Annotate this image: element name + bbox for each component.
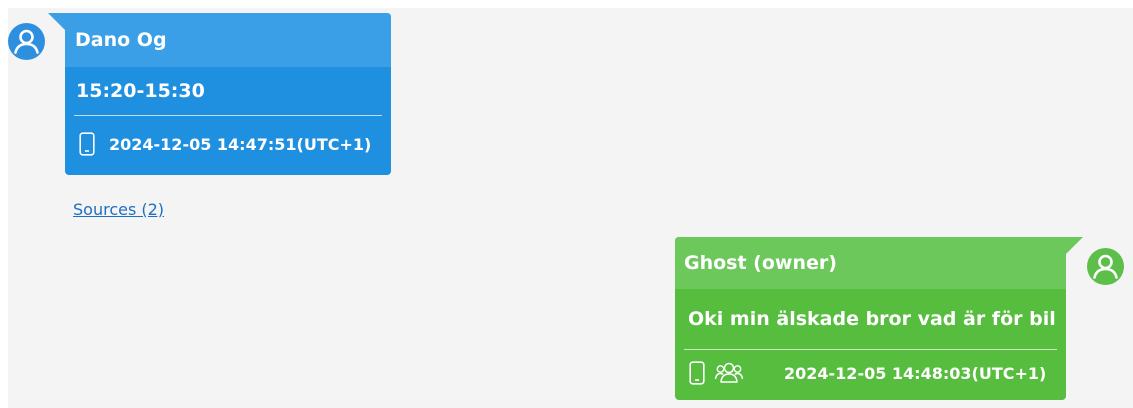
sender-avatar-icon [8,23,45,60]
message-sender: Dano Og [65,13,391,67]
message-footer: 2024-12-05 14:48:03(UTC+1) [675,350,1066,396]
sources-link[interactable]: Sources (2) [73,200,164,219]
phone-icon [689,361,705,385]
owner-avatar-icon [1087,248,1124,285]
message-footer: 2024-12-05 14:47:51(UTC+1) [65,116,391,172]
message-timestamp: 2024-12-05 14:48:03(UTC+1) [784,363,1047,383]
bubble-tail [48,13,65,30]
phone-icon [79,132,95,156]
message-text: Oki min älskade bror vad är för bil [688,308,1056,330]
message-bubble-incoming[interactable]: Dano Og 15:20-15:30 2024-12-05 14:47:51(… [48,13,391,175]
message-bubble-outgoing[interactable]: Ghost (owner) Oki min älskade bror vad ä… [675,237,1083,400]
message-sender: Ghost (owner) [675,237,1066,289]
message-text: 15:20-15:30 [76,80,205,102]
group-icon [714,360,744,386]
bubble-tail [1066,237,1083,254]
message-timestamp: 2024-12-05 14:47:51(UTC+1) [109,134,372,154]
